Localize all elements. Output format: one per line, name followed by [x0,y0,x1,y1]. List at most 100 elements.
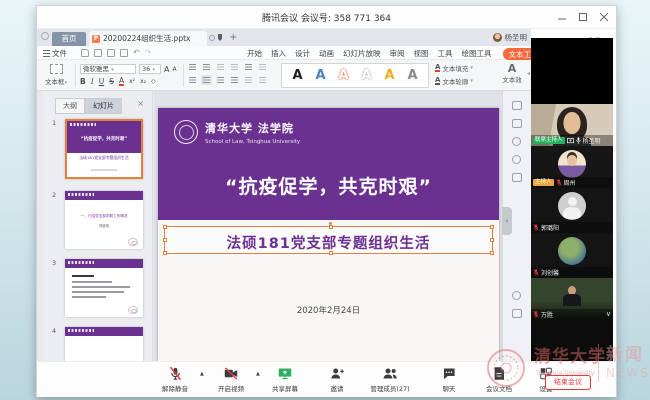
maximize-button[interactable] [573,6,593,28]
resize-handle[interactable] [329,251,333,255]
tab-start[interactable]: 开始 [247,48,262,60]
redo-icon[interactable]: ↷ [145,49,152,57]
clear-format-button[interactable]: ◇ [151,78,156,85]
tab-document[interactable]: P 20200224组织生活.pptx [89,31,207,46]
tab-review[interactable]: 审阅 [390,48,405,60]
slide-thumbnail-1[interactable]: “抗疫促学，共克时艰” 法硕181党支部专题组织生活 [65,119,143,179]
preview-icon[interactable] [120,49,128,57]
slide-thumbnail-2[interactable]: 一、介绍党支部学期工作情况 杨圣明 [65,191,143,249]
grow-font-button[interactable]: A [164,65,169,74]
resize-handle[interactable] [490,251,494,255]
panel-close-icon[interactable]: × [137,99,144,108]
participant-tile[interactable]: 主持人 周州 [531,146,613,188]
resize-handle[interactable] [329,225,333,229]
wordart-style-2[interactable]: A [315,69,325,82]
new-slide-icon[interactable] [512,101,522,110]
end-meeting-button[interactable]: 结束会议 [545,375,591,390]
font-name-select[interactable]: 微软雅黑 ▾ [80,64,136,74]
participant-tile[interactable]: 郭璐阳 [531,188,613,233]
unmute-button[interactable]: 解除静音 [149,366,201,393]
columns-icon[interactable] [259,77,266,83]
underline-button[interactable]: U [99,77,105,86]
justify-icon[interactable] [231,77,238,83]
rail-collapse-handle[interactable]: › [502,207,512,235]
subscript-button[interactable]: x₂ [140,78,146,85]
selected-textbox[interactable]: 法硕181党支部专题组织生活 [164,226,493,254]
resize-handle[interactable] [163,225,167,229]
collapse-list-icon[interactable]: ∨ [606,311,611,318]
account-chip[interactable]: 杨圣明 [493,32,528,43]
tab-home[interactable]: 首页 [52,32,86,46]
wordart-style-3[interactable]: A [338,69,348,82]
textbox-tool[interactable]: 文本框▾ [42,63,70,86]
wordart-style-5[interactable]: A [384,69,394,82]
tab-design[interactable]: 设计 [295,48,310,60]
start-video-button[interactable]: 开启视频 [205,366,257,393]
resize-handle[interactable] [163,251,167,255]
animation-pane-icon[interactable] [512,155,521,164]
strikethrough-button[interactable]: S [109,77,114,86]
layout-icon[interactable] [512,119,522,128]
text-outline-button[interactable]: A 文本轮廓 ▾ [435,76,473,86]
align-center-icon[interactable] [203,77,210,83]
more-icon[interactable]: ⋮ [510,48,518,57]
tab-drawing-tools[interactable]: 绘图工具 [462,48,492,60]
undo-icon[interactable]: ↶ [133,49,140,57]
wps-global-icon[interactable] [41,32,49,40]
tab-slides-view[interactable]: 幻灯片 [85,98,122,114]
chat-button[interactable]: 聊天 [423,366,475,393]
resize-handle[interactable] [490,225,494,229]
distribute-icon[interactable] [245,77,252,83]
invite-button[interactable]: 邀请 [311,366,363,393]
participant-tile[interactable]: 刘创馨 [531,233,613,278]
tab-animation[interactable]: 动画 [319,48,334,60]
transition-icon[interactable] [512,173,522,182]
slide-thumbnail-4[interactable] [65,327,143,361]
tab-outline-view[interactable]: 大纲 [55,98,85,114]
wordart-style-1[interactable]: A [292,69,302,82]
bullet-list-icon[interactable] [189,64,196,70]
minimize-button[interactable] [552,6,572,28]
tab-tools[interactable]: 工具 [438,48,453,60]
decrease-indent-icon[interactable] [217,64,224,70]
number-list-icon[interactable] [203,64,210,70]
align-left-icon[interactable] [189,77,196,83]
save-icon[interactable] [94,49,102,57]
tab-insert[interactable]: 插入 [271,48,286,60]
resize-handle[interactable] [490,238,494,242]
text-effect-button[interactable]: A 文本效 [499,63,525,84]
tab-view[interactable]: 视图 [414,48,429,60]
bold-button[interactable]: B [80,77,86,86]
new-tab-button[interactable]: + [229,31,237,45]
italic-button[interactable]: I [91,77,94,86]
open-icon[interactable] [81,49,89,57]
align-right-icon[interactable] [217,77,224,83]
collapse-ribbon-icon[interactable]: ˆ [523,48,527,57]
manage-members-button[interactable]: 管理成员(27) [364,366,416,393]
file-menu[interactable]: 文件 [43,48,67,59]
meeting-docs-button[interactable]: 会议文档 [473,366,525,393]
font-color-button[interactable]: A [119,77,124,86]
font-size-select[interactable]: 36 ▾ [139,64,161,74]
media-icon[interactable] [512,309,522,318]
share-icon[interactable]: ‹ [502,48,505,57]
participant-tile[interactable]: 万胜 ∨ [531,278,613,320]
slide-thumbnail-3[interactable] [65,259,143,317]
text-fill-button[interactable]: A 文本填充 ▾ [435,63,473,73]
tab-slideshow[interactable]: 幻灯片放映 [343,48,381,60]
shrink-font-button[interactable]: A [172,66,176,73]
history-icon[interactable] [512,291,521,300]
increase-indent-icon[interactable] [231,64,238,70]
superscript-button[interactable]: x² [129,78,135,85]
mic-options-caret[interactable]: ▲ [200,371,204,377]
line-spacing-icon[interactable] [245,64,252,70]
wordart-style-4[interactable]: A [361,69,371,82]
participant-tile[interactable]: 联席主持人 杨圣明 [531,104,613,146]
print-icon[interactable] [107,49,115,57]
participant-tile-camera-off[interactable] [531,38,613,104]
text-direction-icon[interactable] [259,64,266,70]
fill-color-icon[interactable] [512,137,521,146]
share-screen-button[interactable]: 共享屏幕 [259,366,311,393]
toolbar-scroll-arrow[interactable]: ◂ [527,70,530,77]
wordart-style-6[interactable]: A [407,69,417,82]
